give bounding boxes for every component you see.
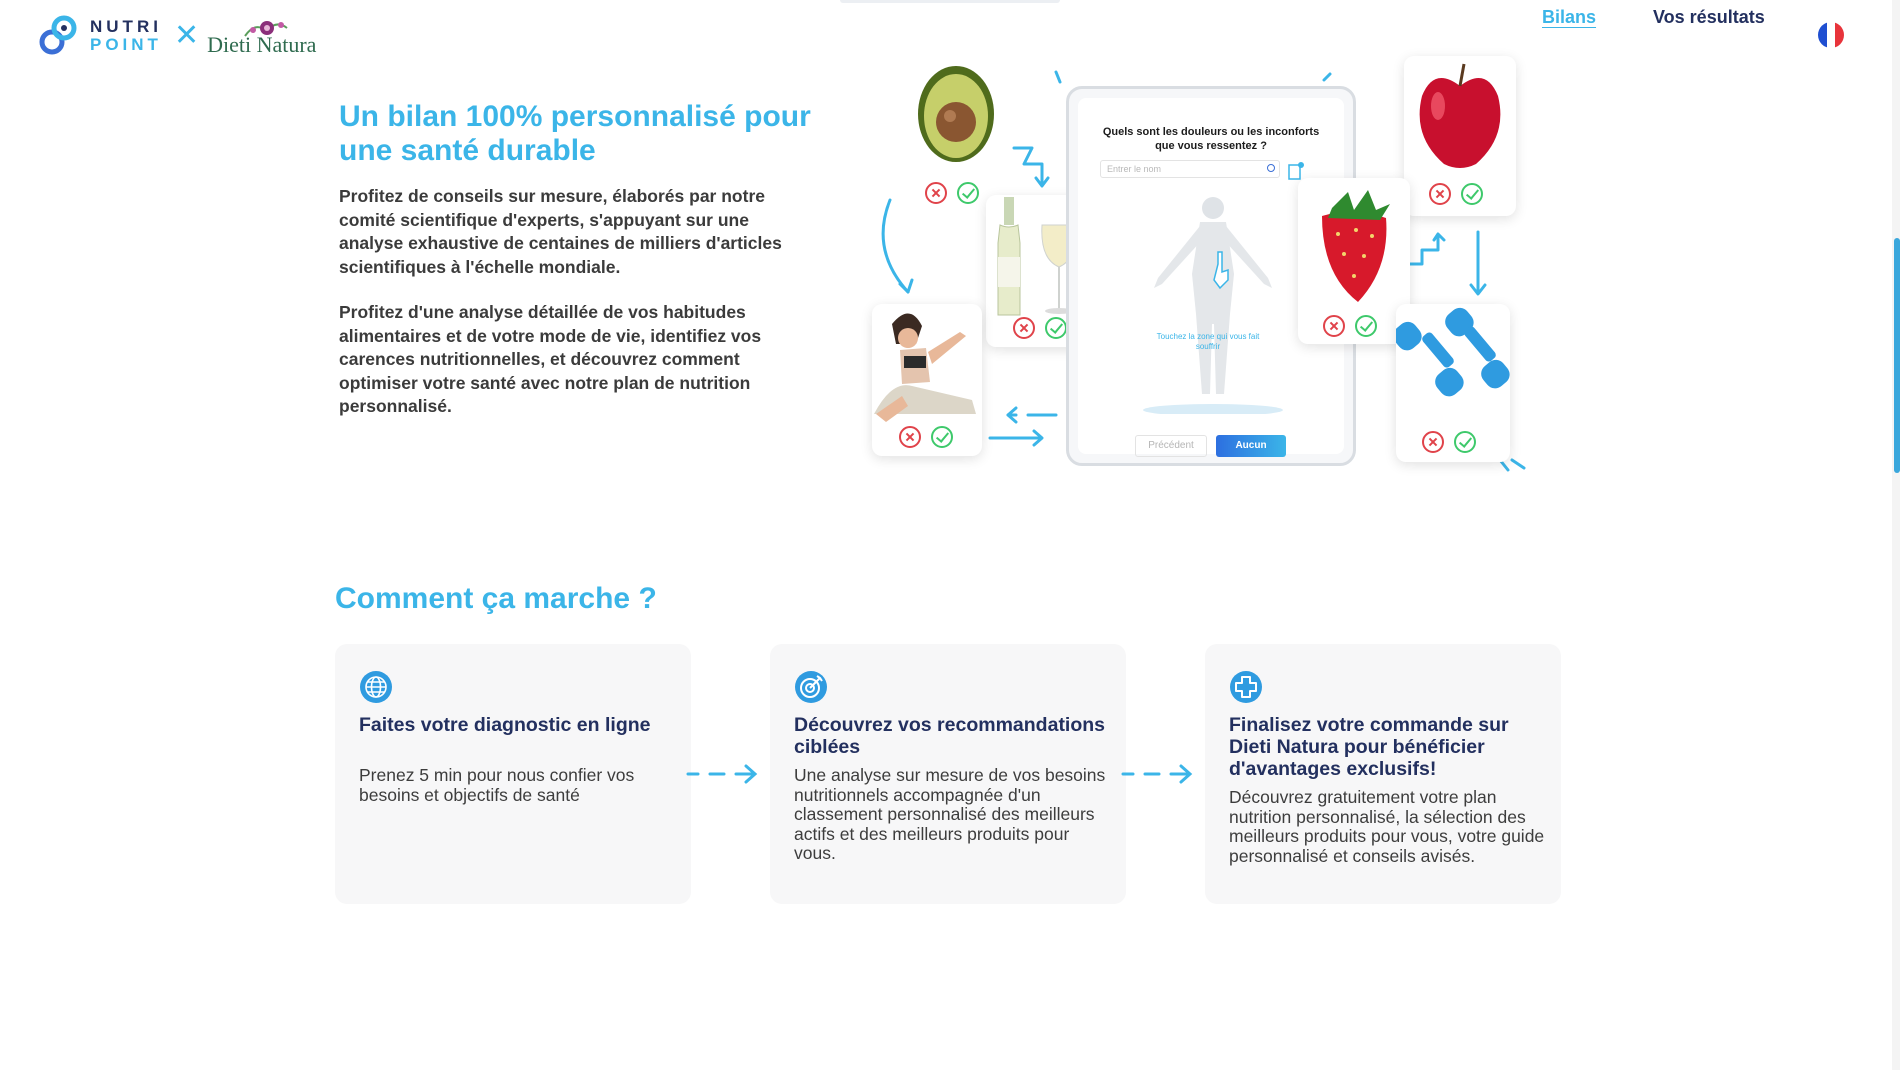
arrow-right-icon <box>1121 764 1193 784</box>
apple-icon <box>1419 63 1501 168</box>
dumbbell-icon <box>1393 307 1510 397</box>
logo-partner-text: Dieti Natura <box>207 32 317 57</box>
step-card-1: Faites votre diagnostic en ligne Prenez … <box>335 644 691 904</box>
logo[interactable]: NUTRI POINT ✕ Dieti Natura <box>38 14 327 58</box>
body-silhouette-icon <box>1143 197 1283 414</box>
globe-icon <box>360 671 392 703</box>
logo-point-text: POINT <box>90 35 162 54</box>
yoga-person-icon <box>874 313 976 422</box>
step-2-title: Découvrez vos recommandations ciblées <box>794 714 1106 758</box>
tablet-hint: Touchez la zone qui vous fait souffrir <box>1156 332 1260 351</box>
nutripoint-wordmark: NUTRI POINT <box>90 18 162 54</box>
search-icon <box>1267 164 1275 172</box>
activity-card-yoga[interactable] <box>872 304 982 456</box>
step-1-text: Prenez 5 min pour nous confier vos besoi… <box>359 765 635 805</box>
reject-icon[interactable] <box>1013 317 1035 339</box>
reject-icon[interactable] <box>1429 183 1451 205</box>
logo-nutri-text: NUTRI <box>90 17 162 36</box>
language-flag-icon[interactable] <box>1818 22 1844 48</box>
scrollbar[interactable] <box>1892 0 1900 1070</box>
step-3-title: Finalisez votre commande sur Dieti Natur… <box>1229 714 1509 780</box>
step-2-text: Une analyse sur mesure de vos besoins nu… <box>794 765 1106 863</box>
food-card-strawberry[interactable] <box>1298 178 1410 344</box>
accept-icon[interactable] <box>957 182 979 204</box>
dietinatura-logo: Dieti Natura <box>207 14 327 58</box>
reject-icon[interactable] <box>1422 431 1444 453</box>
top-divider <box>840 0 1060 3</box>
strawberry-icon <box>1322 190 1390 302</box>
nav-results-link[interactable]: Vos résultats <box>1653 0 1765 34</box>
tablet-prev-button[interactable]: Précédent <box>1135 435 1207 457</box>
accept-icon[interactable] <box>1461 183 1483 205</box>
nav-bilans-link[interactable]: Bilans <box>1542 0 1596 34</box>
how-it-works-title: Comment ça marche ? <box>335 582 657 615</box>
nutripoint-logo-icon <box>38 14 82 58</box>
target-icon <box>795 671 827 703</box>
activity-card-dumbbells[interactable] <box>1393 304 1510 462</box>
reject-icon[interactable] <box>925 182 947 204</box>
tablet-question: Quels sont les douleurs ou les inconfort… <box>1102 126 1320 152</box>
tablet-search-input[interactable]: Entrer le nom <box>1100 160 1280 178</box>
reject-icon[interactable] <box>1323 315 1345 337</box>
food-card-apple[interactable] <box>1404 56 1516 216</box>
hero-paragraph-2: Profitez d'une analyse détaillée de vos … <box>339 302 762 416</box>
step-card-3: Finalisez votre commande sur Dieti Natur… <box>1205 644 1561 904</box>
hero-illustration: Quels sont les douleurs ou les inconfort… <box>860 56 1540 480</box>
hero-title: Un bilan 100% personnalisé pour une sant… <box>339 100 811 167</box>
hero-paragraph-1: Profitez de conseils sur mesure, élaboré… <box>339 186 782 277</box>
accept-icon[interactable] <box>1045 317 1067 339</box>
step-3-text: Découvrez gratuitement votre plan nutrit… <box>1229 787 1545 866</box>
scrollbar-thumb[interactable] <box>1894 238 1900 473</box>
step-1-title: Faites votre diagnostic en ligne <box>359 714 651 736</box>
step-card-2: Découvrez vos recommandations ciblées Un… <box>770 644 1126 904</box>
logo-separator: ✕ <box>173 19 200 52</box>
arrow-right-icon <box>686 764 758 784</box>
tablet-next-button[interactable]: Aucun <box>1216 435 1286 457</box>
accept-icon[interactable] <box>1454 431 1476 453</box>
accept-icon[interactable] <box>1355 315 1377 337</box>
plus-circle-icon <box>1230 671 1262 703</box>
avocado-icon <box>918 66 994 162</box>
reject-icon[interactable] <box>899 426 921 448</box>
accept-icon[interactable] <box>931 426 953 448</box>
food-card-avocado[interactable] <box>900 56 1012 208</box>
